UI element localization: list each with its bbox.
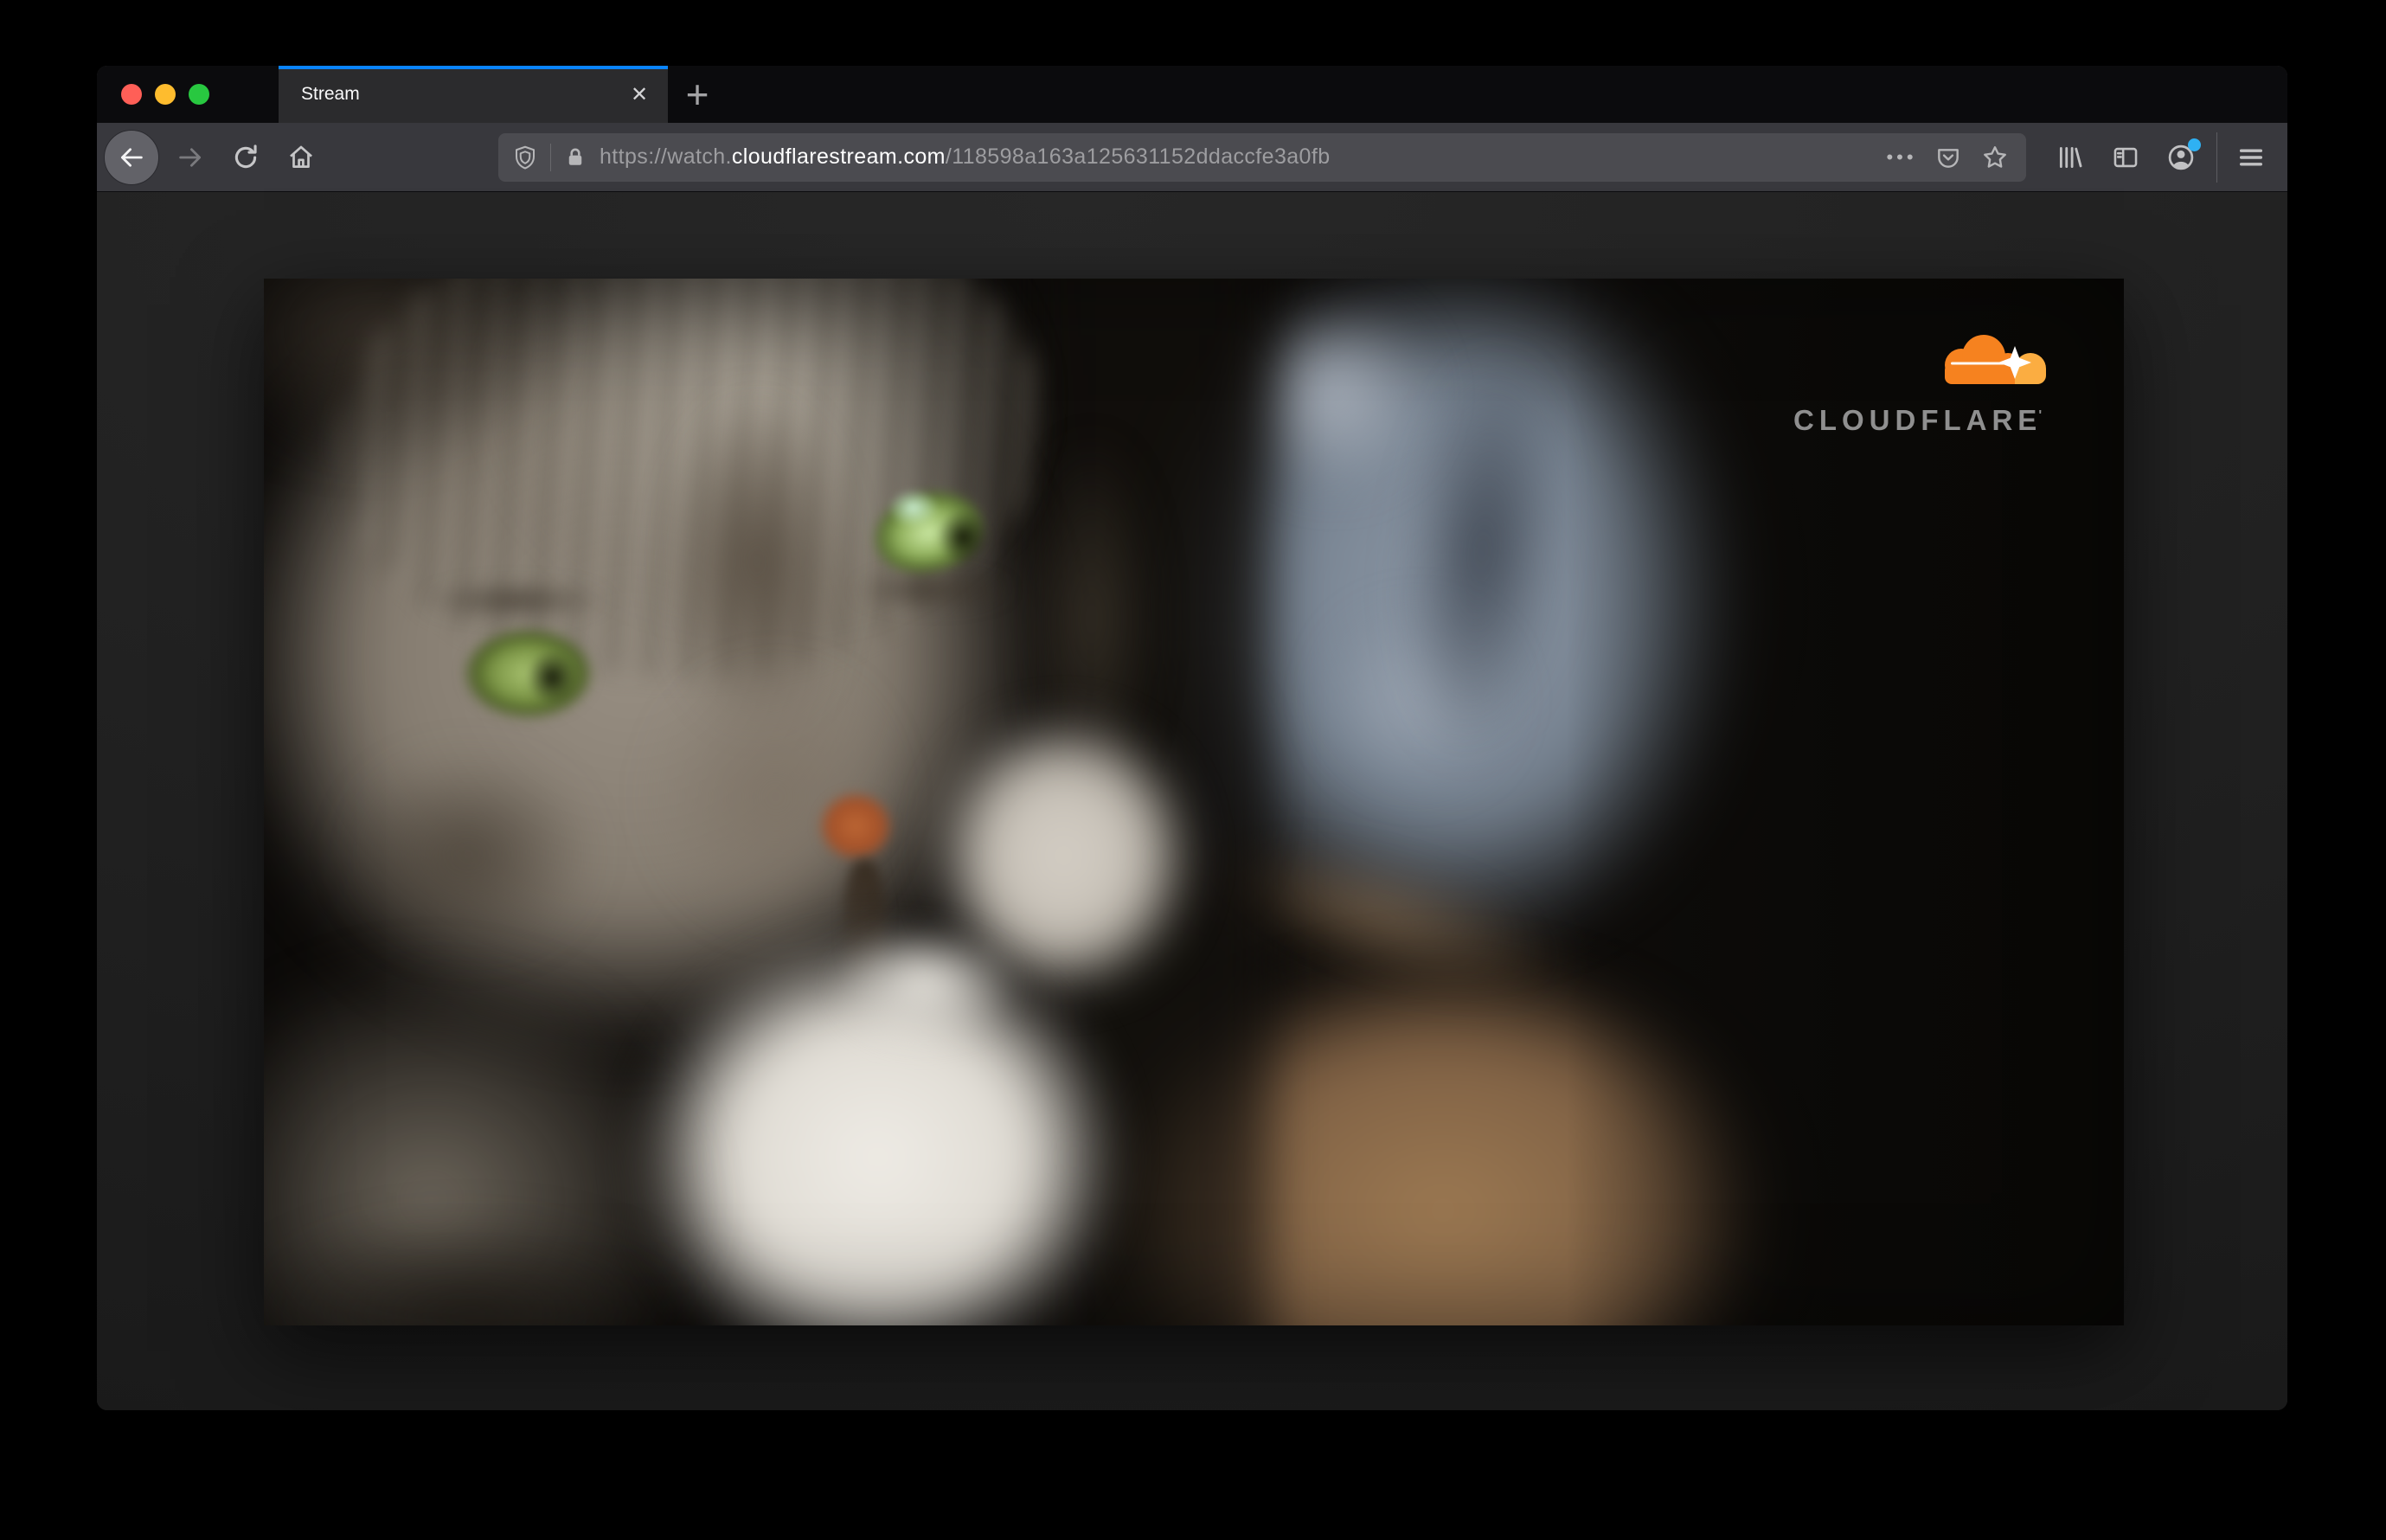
tab-close-button[interactable]: ✕ xyxy=(623,78,656,111)
hamburger-menu-icon xyxy=(2239,149,2263,165)
cloudflare-wordmark: CLOUDFLARE' xyxy=(1793,404,2070,437)
cat-fur-blob xyxy=(831,566,1036,614)
lock-icon[interactable] xyxy=(563,145,587,170)
window-minimize-button[interactable] xyxy=(155,84,176,105)
page-content: CLOUDFLARE' xyxy=(97,192,2287,1410)
forward-button[interactable] xyxy=(166,133,215,182)
account-button[interactable] xyxy=(2159,133,2203,182)
cloudflare-wordmark-text: CLOUDFLARE xyxy=(1793,404,2043,436)
cloudflare-trademark: ' xyxy=(2038,408,2048,423)
refresh-button[interactable] xyxy=(221,133,270,182)
tracking-shield-icon[interactable] xyxy=(512,144,538,170)
pocket-button[interactable] xyxy=(1931,140,1966,175)
browser-window: Stream ✕ + https://watch.cloudflarestrea… xyxy=(97,66,2287,1410)
traffic-lights xyxy=(121,66,209,123)
url-domain: cloudflarestream.com xyxy=(731,144,946,169)
video-player[interactable]: CLOUDFLARE' xyxy=(264,279,2124,1325)
sidebar-button[interactable] xyxy=(2104,133,2147,182)
home-button[interactable] xyxy=(277,133,325,182)
new-tab-button[interactable]: + xyxy=(673,71,722,118)
cat-right-pupil xyxy=(929,500,997,574)
cloudflare-logo: CLOUDFLARE' xyxy=(1793,329,2070,437)
account-notification-dot xyxy=(2188,138,2201,151)
forward-arrow-icon xyxy=(179,147,202,167)
library-button[interactable] xyxy=(2049,133,2092,182)
cat-fur-blob xyxy=(394,576,636,625)
url-divider xyxy=(550,143,551,171)
tab-title: Stream xyxy=(301,84,360,104)
screen: Stream ✕ + https://watch.cloudflarestrea… xyxy=(0,0,2386,1540)
tab-stream[interactable]: Stream ✕ xyxy=(279,66,668,123)
refresh-icon xyxy=(234,144,257,168)
back-arrow-icon xyxy=(120,147,143,167)
toolbar-separator xyxy=(2216,132,2217,183)
home-icon xyxy=(290,145,312,168)
cat-chin-blob xyxy=(803,907,1045,1064)
url-bar[interactable]: https://watch.cloudflarestream.com/11859… xyxy=(498,132,2026,182)
tab-bar: Stream ✕ + xyxy=(97,66,2287,123)
pocket-icon xyxy=(1938,148,1959,168)
menu-button[interactable] xyxy=(2229,133,2273,182)
cat-nose xyxy=(806,780,904,871)
window-zoom-button[interactable] xyxy=(189,84,209,105)
back-button[interactable] xyxy=(104,129,159,185)
bookmark-star-button[interactable] xyxy=(1978,140,2012,175)
cat-left-pupil xyxy=(518,640,586,715)
active-tab-indicator xyxy=(279,66,668,69)
window-close-button[interactable] xyxy=(121,84,142,105)
library-icon xyxy=(2059,146,2082,168)
sidebar-icon xyxy=(2113,147,2138,167)
url-scheme: https://watch. xyxy=(600,144,732,169)
navigation-toolbar: https://watch.cloudflarestream.com/11859… xyxy=(97,123,2287,192)
url-path: /118598a163a125631152ddaccfe3a0fb xyxy=(945,144,1331,169)
star-icon xyxy=(1984,145,2006,168)
cloudflare-cloud-icon xyxy=(1945,335,2046,384)
toolbar-right-icons xyxy=(2036,132,2273,183)
url-text: https://watch.cloudflarestream.com/11859… xyxy=(600,144,1331,170)
page-actions-button[interactable]: ••• xyxy=(1884,140,1919,175)
